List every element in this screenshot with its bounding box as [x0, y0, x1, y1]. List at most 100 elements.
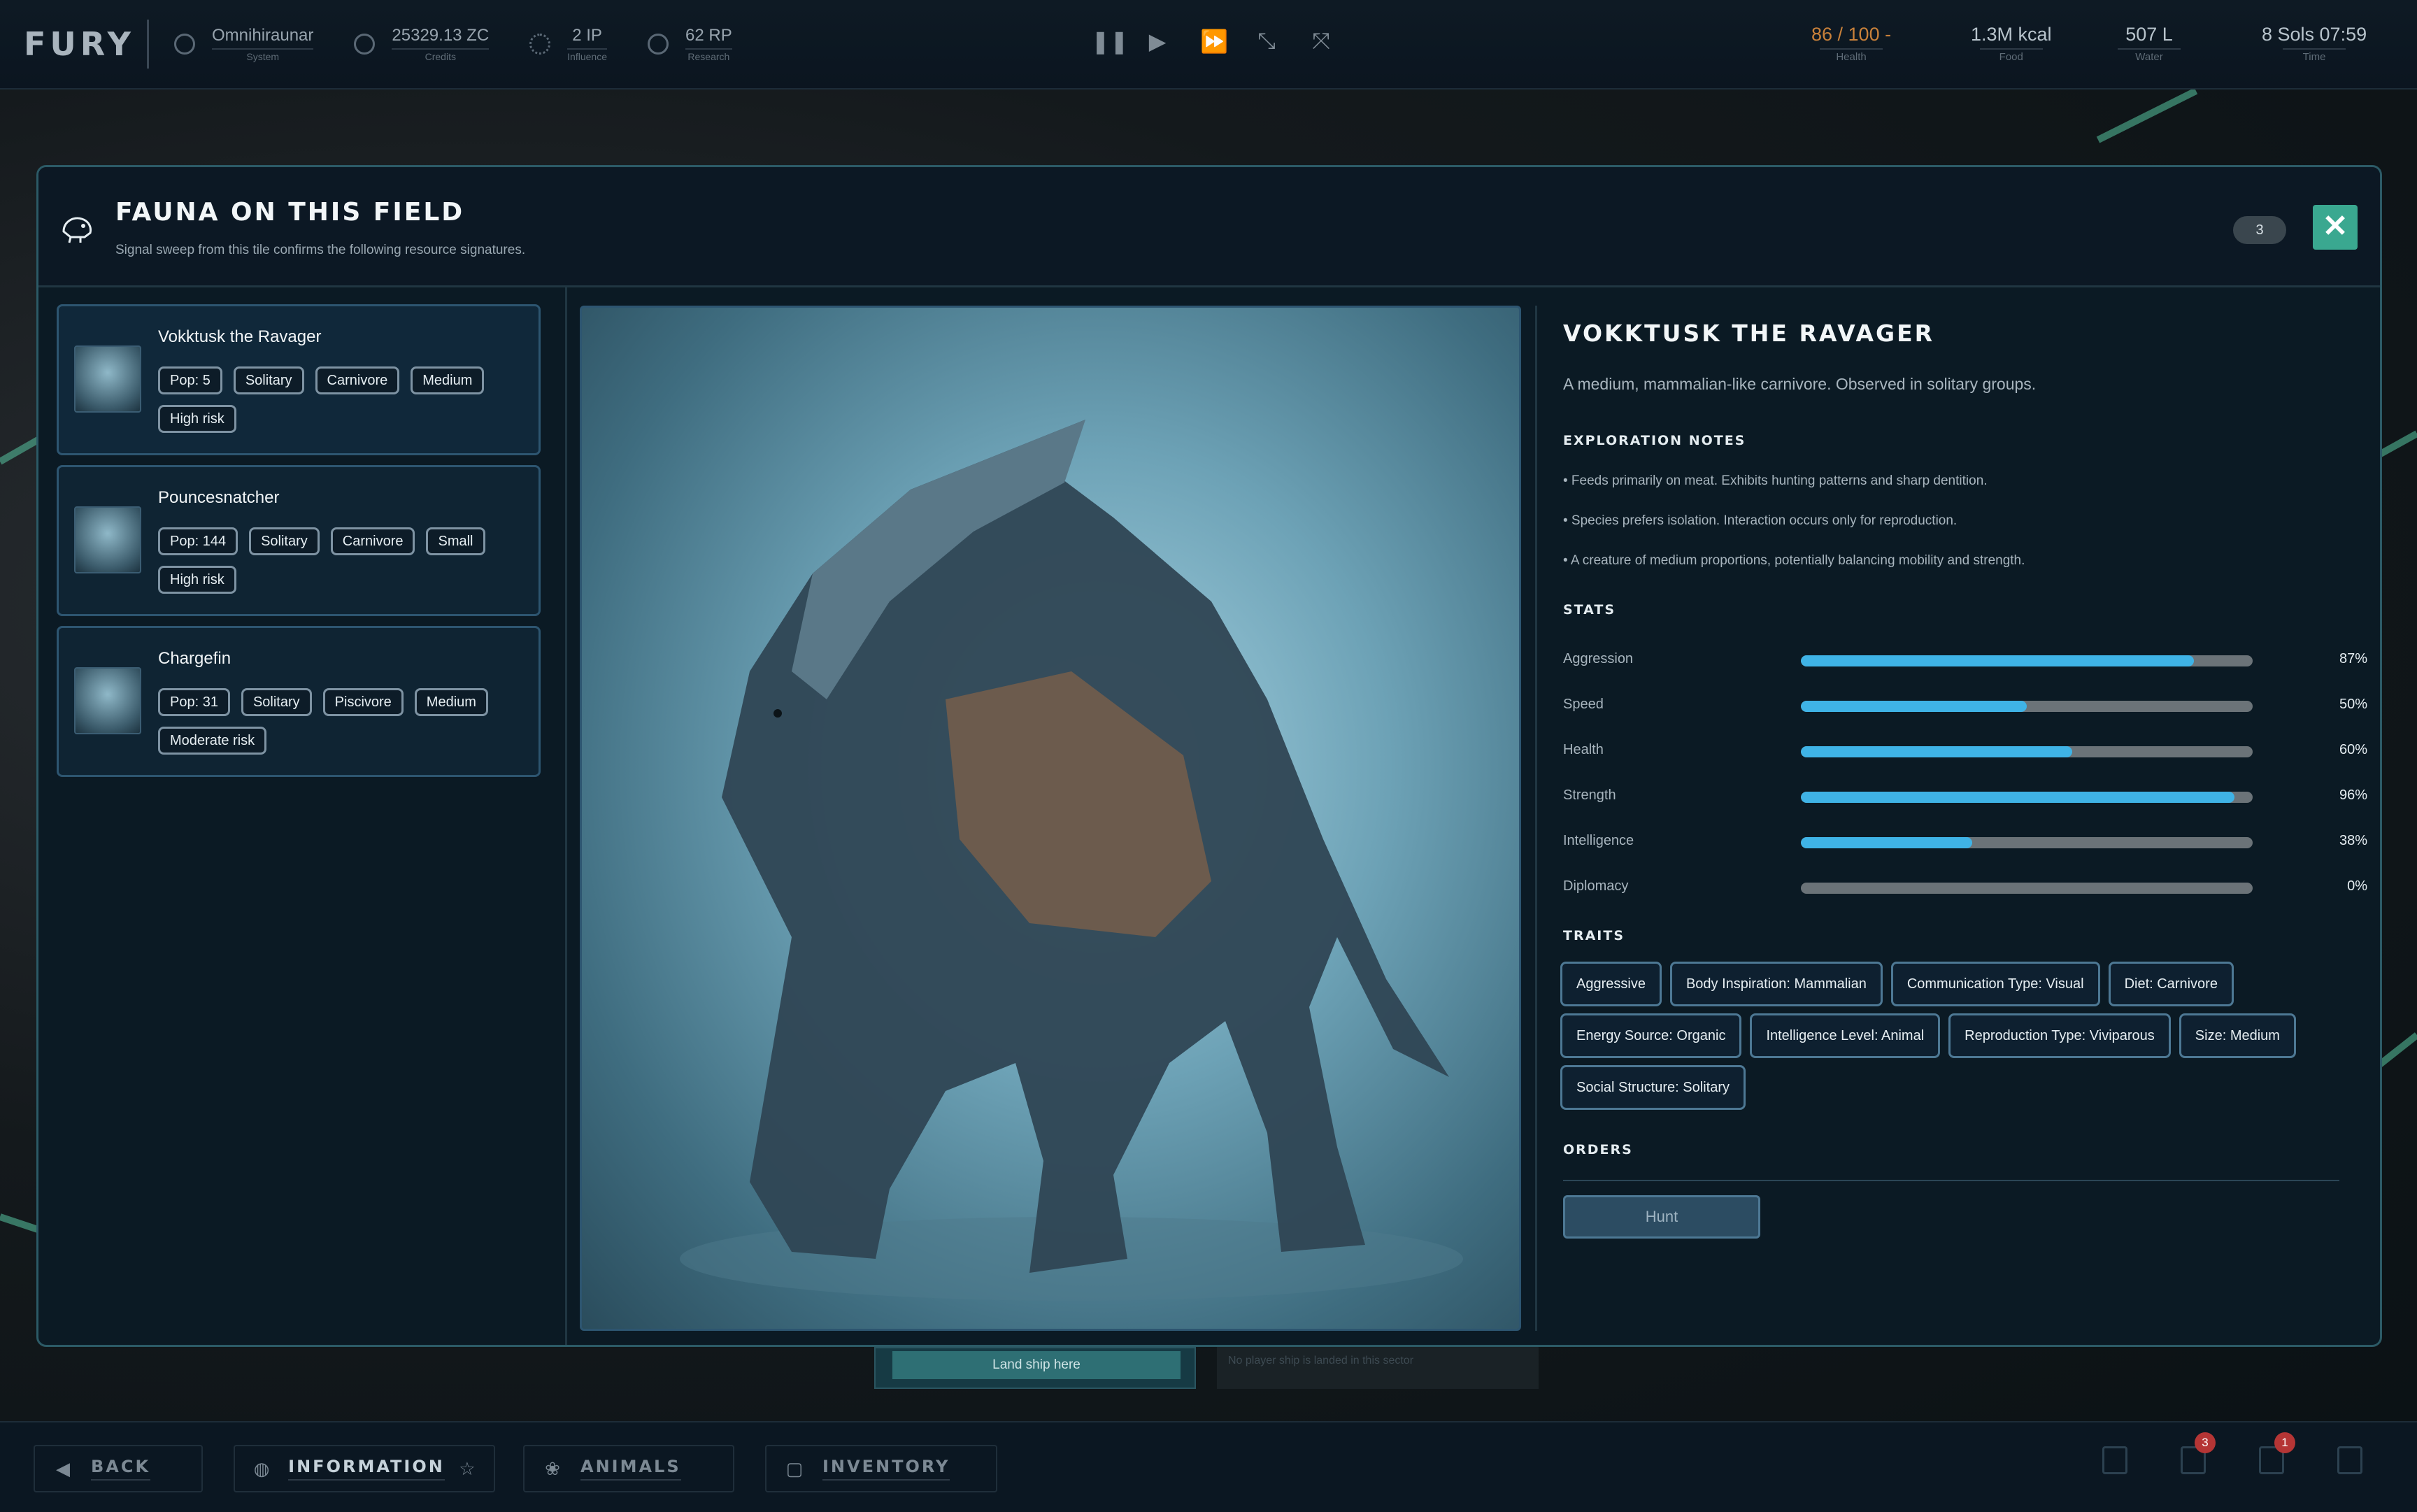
credits-icon — [354, 34, 376, 55]
land-ship-area: Land ship here — [874, 1347, 1196, 1389]
trait-chip: Aggressive — [1560, 962, 1662, 1006]
stat-bar-fill — [1801, 655, 2195, 666]
trait-chip: Reproduction Type: Viviparous — [1948, 1013, 2171, 1058]
stat-label: Diplomacy — [1563, 878, 1629, 894]
stat-value: 50% — [2339, 697, 2367, 712]
creature-details: Vokktusk the Ravager A medium, mammalian… — [1560, 306, 2367, 1331]
no-ship-notice: No player ship is landed in this sector — [1217, 1347, 1539, 1389]
pause-icon[interactable]: ❚❚ — [1091, 28, 1129, 55]
stat-row: Aggression 87% — [1563, 646, 2367, 673]
stat-bar-fill — [1801, 701, 2027, 712]
health-stat: 86 / 100 - Health — [1811, 24, 1891, 63]
tag-size: Medium — [414, 688, 488, 716]
fastest-icon[interactable]: ⤧ — [1309, 28, 1333, 55]
fauna-name: Pouncesnatcher — [158, 488, 280, 507]
fauna-count-badge: 3 — [2233, 216, 2286, 244]
fauna-card-chargefin[interactable]: Chargefin Pop: 31 Solitary Piscivore Med… — [57, 626, 541, 777]
stat-row: Intelligence 38% — [1563, 827, 2367, 855]
system-icon — [174, 34, 195, 55]
information-label: Information — [288, 1457, 445, 1481]
crew-badge: 3 — [2195, 1432, 2216, 1453]
bottom-bar: ◀ Back ◍ Information ☆ ❀ Animals ▢ Inven… — [0, 1421, 2417, 1512]
stat-value: 87% — [2339, 651, 2367, 666]
stat-value: 38% — [2339, 833, 2367, 848]
stat-label: Speed — [1563, 697, 1604, 712]
trait-chip: Social Structure: Solitary — [1560, 1065, 1746, 1110]
box-icon: ▢ — [785, 1458, 804, 1479]
tag-diet: Carnivore — [330, 527, 415, 555]
back-arrow-icon: ◀ — [56, 1458, 70, 1479]
paw-icon: ❀ — [545, 1458, 560, 1479]
trait-chip: Energy Source: Organic — [1560, 1013, 1742, 1058]
influence-icon — [529, 34, 551, 55]
research-icon — [648, 34, 669, 55]
credits-label: Credits — [392, 48, 490, 62]
information-tab[interactable]: ◍ Information ☆ — [234, 1445, 495, 1492]
creature-description: A medium, mammalian-like carnivore. Obse… — [1563, 375, 2037, 393]
tag-diet: Piscivore — [322, 688, 404, 716]
stat-row: Health 60% — [1563, 736, 2367, 764]
fast-forward-icon[interactable]: ⏩ — [1200, 28, 1228, 55]
fauna-card-pouncesnatcher[interactable]: Pouncesnatcher Pop: 144 Solitary Carnivo… — [57, 465, 541, 616]
fauna-icon — [62, 217, 92, 243]
time-stat: 8 Sols 07:59 Time — [2262, 24, 2367, 63]
inventory-label: Inventory — [822, 1457, 950, 1481]
inventory-tab[interactable]: ▢ Inventory — [765, 1445, 997, 1492]
stat-bar — [1801, 837, 2253, 848]
time-label: Time — [2283, 48, 2346, 63]
resource-influence[interactable]: 2 IP Influence — [529, 26, 607, 62]
fauna-card-vokktusk[interactable]: Vokktusk the Ravager Pop: 5 Solitary Car… — [57, 304, 541, 455]
tag-social: Solitary — [241, 688, 312, 716]
creature-image — [580, 306, 1521, 1331]
document-icon[interactable] — [2102, 1446, 2127, 1474]
stat-row: Speed 50% — [1563, 691, 2367, 719]
water-value: 507 L — [2125, 24, 2173, 45]
time-controls: ❚❚ ▶ ⏩ ⤡ ⤧ — [1091, 28, 1333, 55]
fauna-tags: Pop: 144 Solitary Carnivore Small High r… — [158, 527, 529, 594]
stat-bar — [1801, 655, 2253, 666]
stat-label: Strength — [1563, 787, 1616, 803]
back-label: Back — [91, 1457, 151, 1481]
traits-heading: Traits — [1563, 928, 1625, 943]
influence-value: 2 IP — [572, 26, 602, 45]
tag-size: Medium — [411, 366, 485, 394]
note-item: • Species prefers isolation. Interaction… — [1563, 513, 1958, 528]
tag-risk: High risk — [158, 566, 236, 594]
stat-bar-fill — [1801, 837, 1973, 848]
stat-label: Aggression — [1563, 651, 1634, 666]
resource-system[interactable]: Omnihiraunar System — [174, 26, 314, 62]
animals-tab[interactable]: ❀ Animals — [523, 1445, 734, 1492]
fauna-list: Vokktusk the Ravager Pop: 5 Solitary Car… — [38, 287, 567, 1345]
fauna-tags: Pop: 31 Solitary Piscivore Medium Modera… — [158, 688, 529, 755]
game-logo: FURY — [24, 25, 135, 63]
resource-credits[interactable]: 25329.13 ZC Credits — [354, 26, 490, 62]
health-value: 86 / 100 - — [1811, 24, 1892, 45]
panel-title: Fauna on this field — [115, 198, 465, 227]
research-value: 62 RP — [685, 26, 732, 45]
stat-bar — [1801, 883, 2253, 894]
clipboard-icon[interactable] — [2337, 1446, 2362, 1474]
orders-divider — [1563, 1180, 2339, 1181]
tag-size: Small — [426, 527, 485, 555]
fauna-thumbnail — [74, 506, 141, 573]
land-ship-button[interactable]: Land ship here — [892, 1351, 1181, 1379]
resource-research[interactable]: 62 RP Research — [648, 26, 732, 62]
fauna-thumbnail — [74, 345, 141, 413]
stat-bar-fill — [1801, 746, 2072, 757]
stats-heading: Stats — [1563, 602, 1616, 618]
close-button[interactable]: ✕ — [2313, 205, 2358, 250]
play-icon[interactable]: ▶ — [1146, 28, 1169, 55]
stat-bar-fill — [1801, 792, 2235, 803]
faster-icon[interactable]: ⤡ — [1255, 28, 1278, 55]
stat-value: 96% — [2339, 787, 2367, 803]
star-icon[interactable]: ☆ — [457, 1457, 477, 1480]
hunt-button[interactable]: Hunt — [1563, 1195, 1760, 1239]
tag-population: Pop: 31 — [158, 688, 230, 716]
creature-illustration — [680, 420, 1463, 1301]
stat-bar — [1801, 746, 2253, 757]
tag-social: Solitary — [249, 527, 320, 555]
back-button[interactable]: ◀ Back — [34, 1445, 203, 1492]
note-item: • A creature of medium proportions, pote… — [1563, 553, 2025, 568]
stat-row: Strength 96% — [1563, 782, 2367, 810]
credits-value: 25329.13 ZC — [392, 26, 490, 45]
